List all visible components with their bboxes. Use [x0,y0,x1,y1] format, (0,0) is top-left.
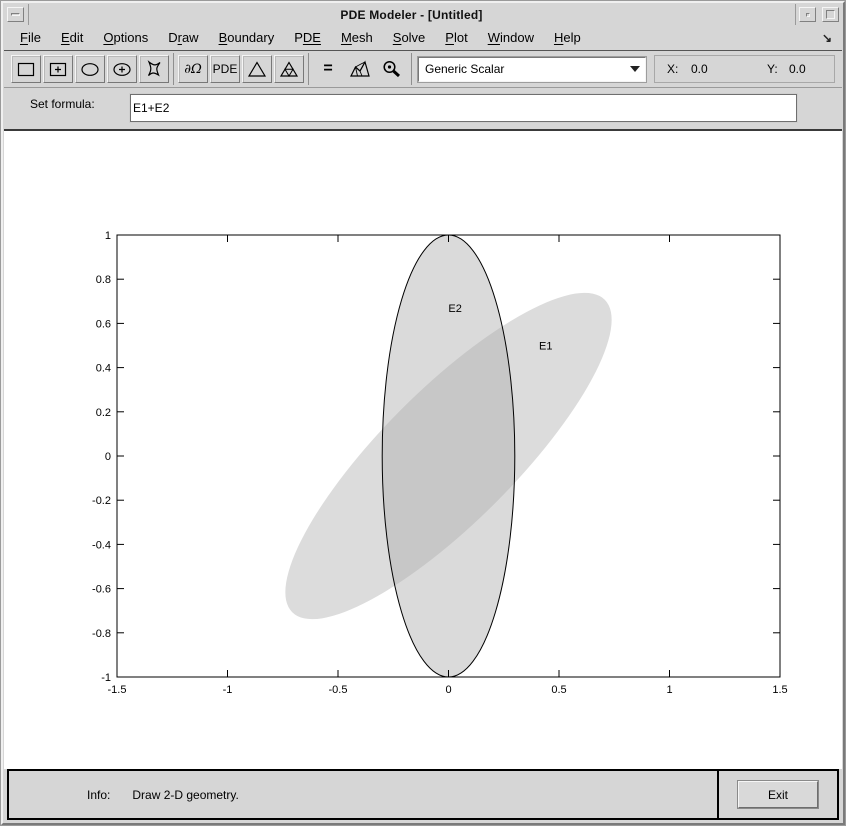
triangle-icon [247,60,267,77]
triangle-refined-icon [279,60,299,77]
pde-modeler-window: PDE Modeler - [Untitled] File Edit Options… [0,0,846,826]
y-coordinate-value: 0.0 [789,62,806,76]
pde-mode-button[interactable]: PDE [210,55,240,83]
titlebar[interactable]: PDE Modeler - [Untitled] [4,4,842,26]
toolbar-separator [173,53,174,85]
magnifier-icon [383,60,401,77]
set-formula-input[interactable] [130,94,797,122]
x-tick-label: 1 [666,684,672,696]
initialize-mesh-button[interactable] [242,55,272,83]
set-formula-bar: Set formula: [4,87,842,131]
boundary-mode-label: ∂Ω [184,61,202,77]
x-tick-label: 1.5 [772,684,787,696]
geometry-plot[interactable]: E1E2-1.5 -1 -0.5 0 0.5 1 1.5-1-0.8-0.6-0.4-0.2… [4,131,842,769]
mesh-surface-icon [350,59,370,77]
toolbar-buttons: ∂Ω PDE = [11,53,416,85]
y-tick-label: 0.2 [96,407,111,419]
set-formula-label: Set formula: [30,97,95,111]
solve-pde-button[interactable]: = [313,55,343,83]
x-tick-label: 0.5 [551,684,566,696]
pde-mode-label: PDE [212,62,238,76]
menu-pde[interactable]: PDE [284,27,331,48]
ellipse-icon [81,62,99,76]
cursor-coordinates-panel: X: 0.0 Y: 0.0 [654,55,835,83]
dropdown-arrow-icon[interactable] [625,58,645,81]
shape-E2[interactable] [381,234,516,678]
frame-notch [28,4,29,25]
maximize-button[interactable] [822,7,839,22]
y-tick-label: -0.4 [92,539,111,551]
rect-plus-icon [49,62,67,76]
shape-label-E1: E1 [539,341,552,353]
y-tick-label: 0.8 [96,274,111,286]
exit-section: Exit [717,771,837,818]
draw-polygon-button[interactable] [139,55,169,83]
application-mode-dropdown[interactable]: Generic Scalar [417,55,647,83]
exit-button[interactable]: Exit [738,781,818,808]
y-tick-label: 1 [105,230,111,242]
status-info-section: Info: Draw 2-D geometry. [9,771,717,818]
refine-mesh-button[interactable] [274,55,304,83]
toolbar-separator [308,53,309,85]
menu-edit[interactable]: Edit [51,27,93,48]
x-coordinate-label: X: [667,62,679,76]
draw-rectangle-button[interactable] [11,55,41,83]
menu-overflow-arrow-icon[interactable]: ↘ [822,31,832,45]
menu-items: File Edit Options Draw Boundary PDE Mesh Solve P… [10,27,591,48]
boundary-mode-button[interactable]: ∂Ω [178,55,208,83]
draw-rectangle-centered-button[interactable] [43,55,73,83]
window-title: PDE Modeler - [Untitled] [340,7,483,22]
info-message: Draw 2-D geometry. [132,787,239,802]
plot-solution-button[interactable] [345,55,375,83]
menu-help[interactable]: Help [544,27,591,48]
menu-boundary[interactable]: Boundary [209,27,285,48]
minimize-dot-icon [805,12,810,17]
menubar: File Edit Options Draw Boundary PDE Mesh Solve P… [4,25,842,51]
solve-pde-label: = [323,60,333,77]
frame-notch [795,4,796,25]
menu-options[interactable]: Options [93,27,158,48]
zoom-button[interactable] [377,55,407,83]
y-tick-label: 0.6 [96,318,111,330]
shape-label-E2: E2 [448,303,461,315]
application-mode-value: Generic Scalar [425,62,505,76]
y-tick-label: -1 [101,672,111,684]
y-tick-label: -0.2 [92,495,111,507]
menu-file[interactable]: File [10,27,51,48]
draw-ellipse-centered-button[interactable] [107,55,137,83]
minimize-button[interactable] [799,7,816,22]
menu-draw[interactable]: Draw [158,27,208,48]
x-tick-label: -1 [223,684,233,696]
x-tick-label: 0 [445,684,451,696]
menu-plot[interactable]: Plot [435,27,477,48]
y-tick-label: 0.4 [96,363,111,375]
toolbar-separator [411,53,412,85]
maximize-square-icon [826,10,835,19]
info-label: Info: [87,787,111,802]
y-tick-label: -0.8 [92,628,111,640]
polygon-icon [147,59,161,76]
menu-mesh[interactable]: Mesh [331,27,383,48]
x-tick-label: -1.5 [108,684,127,696]
ellipse-plus-icon [113,62,131,76]
rect-icon [17,62,35,76]
geometry-canvas[interactable]: E1 E2 -1.5 -1 -0.5 0 0.5 1 1.5 -1 -0.8 -0.6 -0.4 -0.2… [4,131,842,769]
y-tick-label: 0 [105,451,111,463]
window-menu-button[interactable] [7,7,24,22]
draw-ellipse-button[interactable] [75,55,105,83]
menu-window[interactable]: Window [478,27,544,48]
toolbar: ∂Ω PDE = Generic Scalar X: 0.0 Y: 0.0 [4,51,842,87]
y-tick-label: -0.6 [92,584,111,596]
status-bar: Info: Draw 2-D geometry. Exit [7,769,839,820]
x-coordinate-value: 0.0 [691,62,708,76]
menu-solve[interactable]: Solve [383,27,436,48]
x-tick-label: -0.5 [329,684,348,696]
y-coordinate-label: Y: [767,62,778,76]
window-menu-dash-icon [11,13,20,16]
